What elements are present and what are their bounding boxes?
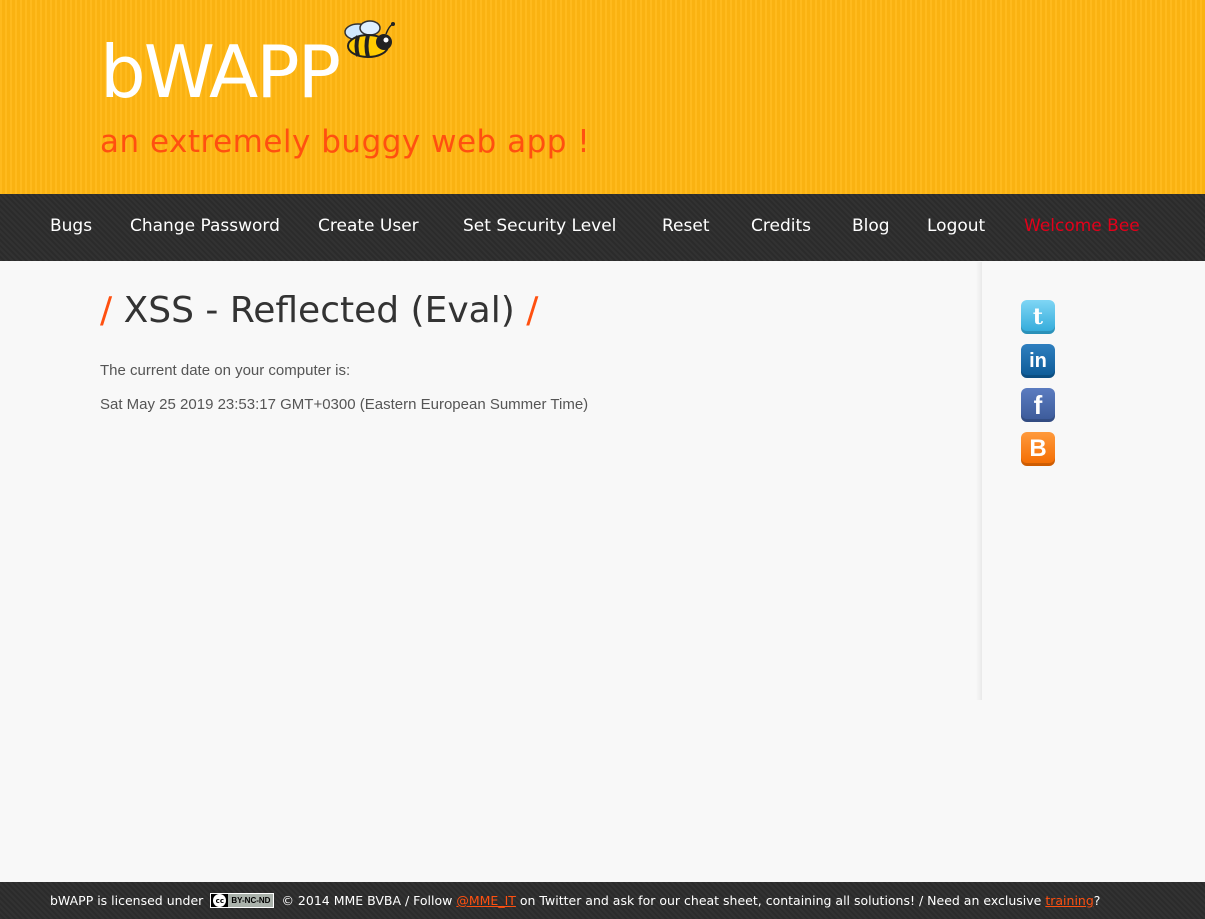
facebook-icon[interactable]: f bbox=[1021, 388, 1055, 422]
nav-create-user[interactable]: Create User bbox=[318, 216, 419, 236]
twitter-icon[interactable]: t bbox=[1021, 300, 1055, 334]
bee-icon bbox=[344, 20, 395, 58]
footer-cheat-sheet-text: on Twitter and ask for our cheat sheet, … bbox=[519, 893, 1042, 908]
linkedin-icon[interactable]: in bbox=[1021, 344, 1055, 378]
blogger-icon[interactable]: B bbox=[1021, 432, 1055, 466]
site-footer: bWAPP is licensed under cc BY-NC-ND © 20… bbox=[0, 882, 1205, 919]
nav-change-password[interactable]: Change Password bbox=[130, 216, 280, 236]
cc-license-badge[interactable]: cc BY-NC-ND bbox=[210, 893, 275, 908]
sidebar-divider bbox=[976, 262, 982, 700]
site-header: bWAPP an extremely buggy web app ! bbox=[0, 0, 1205, 194]
footer-license-text: bWAPP is licensed under bbox=[50, 893, 204, 908]
date-label: The current date on your computer is: bbox=[100, 362, 351, 379]
page-title: / XSS - Reflected (Eval) / bbox=[100, 290, 538, 331]
welcome-user: Welcome Bee bbox=[1024, 216, 1140, 236]
title-slash-left: / bbox=[100, 290, 113, 331]
nav-blog[interactable]: Blog bbox=[852, 216, 890, 236]
main-nav: Bugs Change Password Create User Set Sec… bbox=[0, 194, 1205, 261]
footer-training-link[interactable]: training bbox=[1045, 893, 1093, 908]
nav-bugs[interactable]: Bugs bbox=[50, 216, 92, 236]
footer-question-mark: ? bbox=[1093, 893, 1101, 908]
cc-icon: cc bbox=[213, 894, 227, 907]
site-tagline: an extremely buggy web app ! bbox=[100, 124, 591, 160]
title-slash-right: / bbox=[526, 290, 539, 331]
footer-copyright: © 2014 MME BVBA / Follow bbox=[281, 893, 453, 908]
nav-credits[interactable]: Credits bbox=[751, 216, 811, 236]
nav-set-security-level[interactable]: Set Security Level bbox=[463, 216, 616, 236]
nav-logout[interactable]: Logout bbox=[927, 216, 985, 236]
date-value: Sat May 25 2019 23:53:17 GMT+0300 (Easte… bbox=[100, 396, 589, 413]
site-logo: bWAPP bbox=[100, 30, 341, 114]
title-text: XSS - Reflected (Eval) bbox=[123, 290, 515, 331]
footer-twitter-link[interactable]: @MME_IT bbox=[456, 893, 516, 908]
cc-label: BY-NC-ND bbox=[228, 894, 274, 907]
nav-reset[interactable]: Reset bbox=[662, 216, 710, 236]
